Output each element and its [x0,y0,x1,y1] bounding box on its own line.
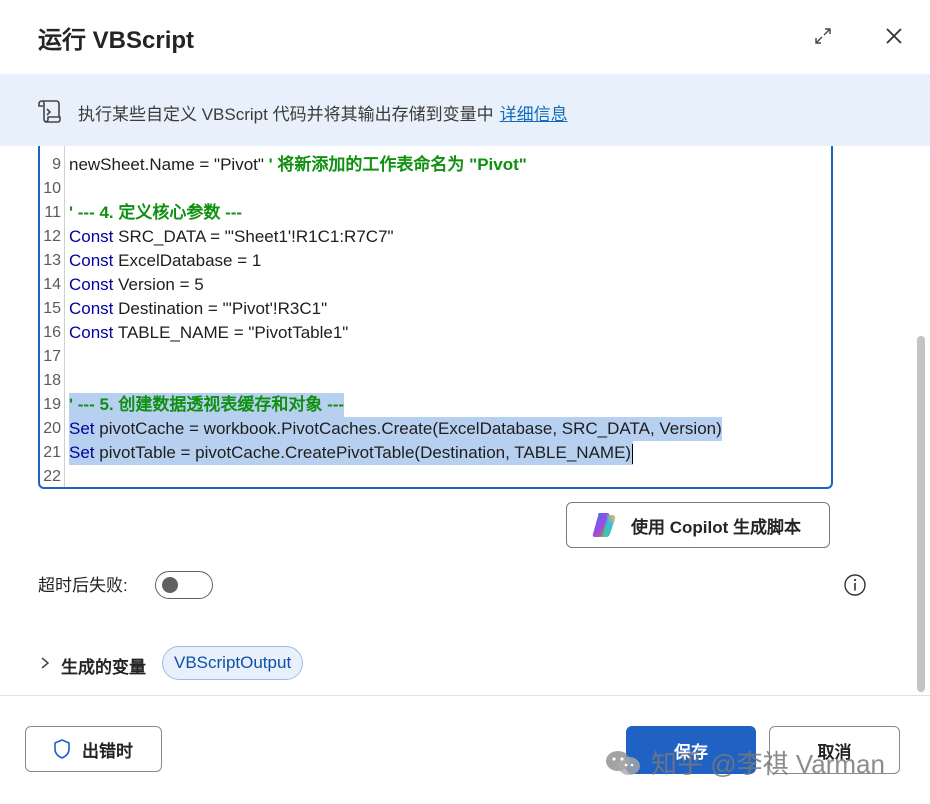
code-line[interactable]: 20 Set pivotCache = workbook.PivotCaches.… [40,417,825,441]
code-text: Const ExcelDatabase = 1 [69,249,261,273]
code-line[interactable]: 16 Const TABLE_NAME = "PivotTable1" [40,321,825,345]
comment-token: ' 将新添加的工作表命名为 "Pivot" [268,155,527,174]
keyword-token: Set [69,443,95,462]
comment-token: ' --- 5. 创建数据透视表缓存和对象 --- [69,395,345,414]
close-icon [886,28,902,44]
code-token: Destination = "'Pivot'!R3C1" [113,299,328,318]
line-number: 13 [43,252,61,269]
code-token: ExcelDatabase = 1 [113,251,262,270]
code-text: Const TABLE_NAME = "PivotTable1" [69,321,348,345]
expand-icon [815,28,831,44]
close-button[interactable] [880,22,908,50]
code-line[interactable]: 14 Const Version = 5 [40,273,825,297]
keyword-token: Const [69,299,114,318]
shield-icon [54,739,70,759]
code-line[interactable]: 22 [40,465,825,487]
vertical-scrollbar[interactable] [917,336,925,692]
timeout-toggle[interactable] [155,571,213,599]
code-text: ' --- 5. 创建数据透视表缓存和对象 --- [69,393,345,417]
run-vbscript-dialog: 运行 VBScript 执行某些自定义 VBScript 代码并将其输出存储到变… [0,0,930,804]
dialog-title: 运行 VBScript [38,27,195,54]
code-line[interactable]: 19 ' --- 5. 创建数据透视表缓存和对象 --- [40,393,825,417]
code-line[interactable]: 15 Const Destination = "'Pivot'!R3C1" [40,297,825,321]
toggle-knob [162,577,178,593]
copilot-icon [592,513,616,537]
expand-button[interactable] [811,24,835,48]
script-icon [38,100,61,123]
save-button[interactable]: 保存 [626,726,756,774]
on-error-label: 出错时 [82,741,133,761]
line-number: 16 [43,324,61,341]
banner-description: 执行某些自定义 VBScript 代码并将其输出存储到变量中 [78,105,494,124]
line-number: 17 [43,348,61,365]
footer-divider [0,695,930,696]
line-number: 20 [43,420,61,437]
code-line[interactable]: 13 Const ExcelDatabase = 1 [40,249,825,273]
keyword-token: Set [69,419,95,438]
variable-chip[interactable]: VBScriptOutput [162,646,304,680]
code-text: Set pivotTable = pivotCache.CreatePivotT… [69,441,634,465]
keyword-token: Const [69,227,114,246]
code-token: SRC_DATA = "'Sheet1'!R1C1:R7C7" [113,227,394,246]
line-number: 15 [43,300,61,317]
banner-text: 执行某些自定义 VBScript 代码并将其输出存储到变量中 详细信息 [78,100,568,125]
copilot-button-label: 使用 Copilot 生成脚本 [631,517,801,537]
code-text: Const Destination = "'Pivot'!R3C1" [69,297,327,321]
line-number: 14 [43,276,61,293]
keyword-token: Const [69,275,114,294]
line-number: 12 [43,228,61,245]
cancel-button[interactable]: 取消 [769,726,900,774]
line-number: 11 [44,204,61,221]
code-token: newSheet.Name = "Pivot" [69,155,269,174]
code-token: Version = 5 [113,275,204,294]
line-number: 21 [43,444,61,461]
code-token: pivotCache = workbook.PivotCaches.Create… [94,419,722,438]
code-line[interactable]: 18 [40,369,825,393]
code-line[interactable]: 12 Const SRC_DATA = "'Sheet1'!R1C1:R7C7" [40,225,825,249]
comment-token: ' --- 4. 定义核心参数 --- [69,203,243,222]
code-line[interactable]: 11 ' --- 4. 定义核心参数 --- [40,201,825,225]
generated-variables-label: 生成的变量 [61,658,146,677]
code-token: TABLE_NAME = "PivotTable1" [113,323,349,342]
keyword-token: Const [69,251,114,270]
details-link[interactable]: 详细信息 [500,105,568,124]
code-text: ' --- 4. 定义核心参数 --- [69,201,242,225]
timeout-label: 超时后失败: [38,576,128,595]
line-number: 10 [43,180,61,197]
code-editor[interactable]: 9 newSheet.Name = "Pivot" ' 将新添加的工作表命名为 "… [38,146,833,489]
line-number: 19 [43,396,61,413]
code-token: pivotTable = pivotCache.CreatePivotTable… [94,443,632,462]
info-banner: 执行某些自定义 VBScript 代码并将其输出存储到变量中 详细信息 [0,74,930,146]
copilot-generate-button[interactable]: 使用 Copilot 生成脚本 [566,502,830,548]
code-line[interactable]: 10 [40,177,825,201]
code-line[interactable]: 21 Set pivotTable = pivotCache.CreatePivo… [40,441,825,465]
code-line[interactable]: 17 [40,345,825,369]
code-line[interactable]: 9 newSheet.Name = "Pivot" ' 将新添加的工作表命名为 "… [40,153,825,177]
text-caret [632,443,634,464]
line-number: 22 [43,468,61,485]
dialog-header: 运行 VBScript [0,0,930,74]
code-text: Const SRC_DATA = "'Sheet1'!R1C1:R7C7" [69,225,394,249]
line-number: 9 [52,156,61,173]
code-text: Const Version = 5 [69,273,204,297]
chevron-right-icon[interactable] [38,655,52,671]
keyword-token: Const [69,323,114,342]
on-error-button[interactable]: 出错时 [25,726,162,772]
code-text: newSheet.Name = "Pivot" ' 将新添加的工作表命名为 "P… [69,153,527,177]
info-icon[interactable] [843,573,867,597]
code-text: Set pivotCache = workbook.PivotCaches.Cr… [69,417,722,441]
line-number: 18 [43,372,61,389]
